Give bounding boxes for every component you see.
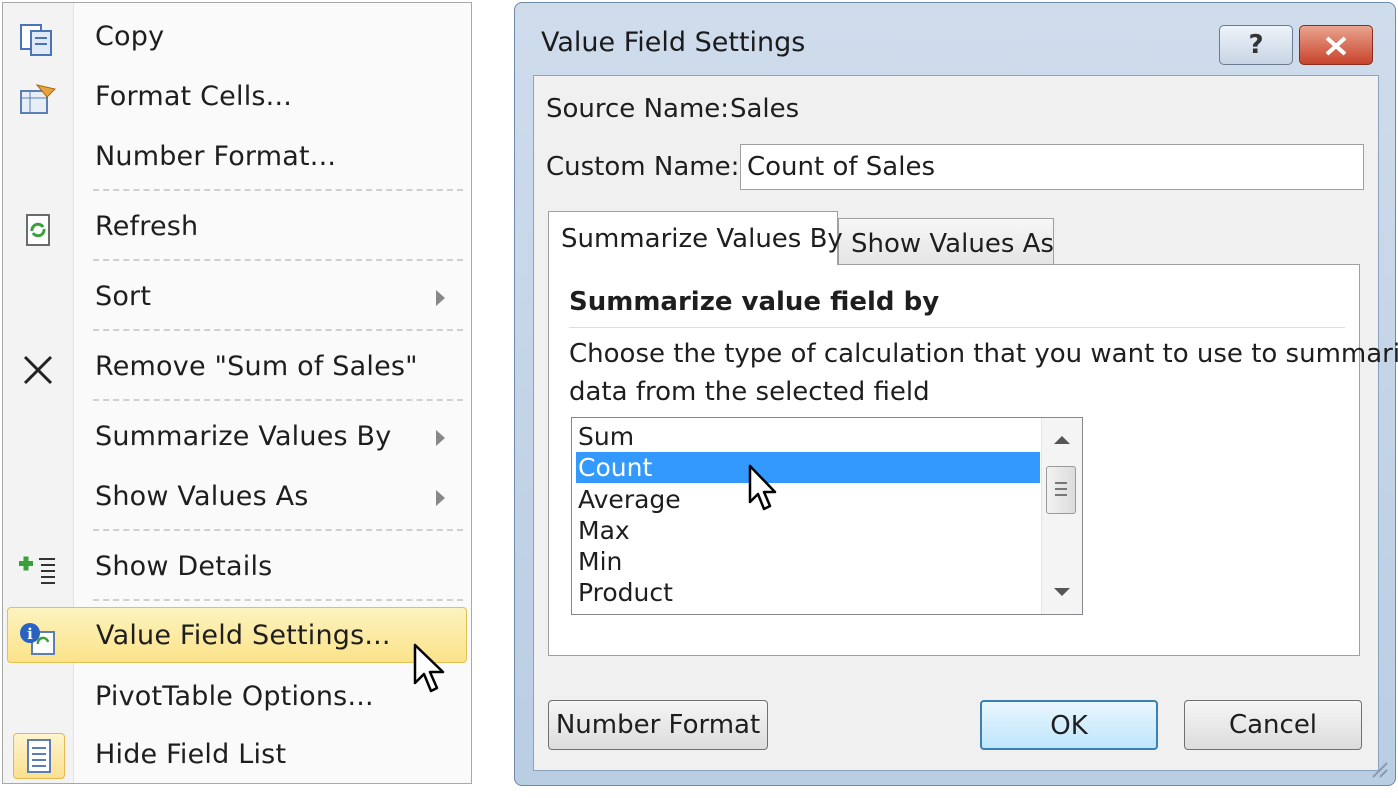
list-item[interactable]: Max <box>576 515 1040 546</box>
menu-item-hide-field-list[interactable]: Hide Field List <box>7 727 467 783</box>
panel-description: data from the selected field <box>569 377 930 407</box>
menu-separator <box>93 599 463 601</box>
list-item[interactable]: Min <box>576 546 1040 577</box>
number-format-button[interactable]: Number Format <box>548 700 768 750</box>
menu-item-label: Format Cells... <box>95 81 293 112</box>
mouse-pointer-icon <box>748 464 777 511</box>
value-field-settings-icon: i <box>18 620 58 655</box>
close-icon <box>1325 36 1347 56</box>
menu-item-label: Summarize Values By <box>95 421 392 452</box>
ok-button[interactable]: OK <box>980 700 1158 750</box>
svg-text:i: i <box>27 625 33 643</box>
menu-item-label: Number Format... <box>95 141 337 172</box>
resize-grip-icon[interactable] <box>1367 757 1389 779</box>
summarize-panel: Summarize value field by Choose the type… <box>548 264 1398 656</box>
remove-x-icon <box>17 351 57 385</box>
scroll-thumb[interactable] <box>1046 466 1076 514</box>
value-field-settings-dialog: Value Field Settings ? Source Name: Sale… <box>514 2 1398 786</box>
show-details-icon <box>17 551 57 585</box>
listbox-scrollbar[interactable] <box>1041 418 1082 614</box>
menu-item-copy[interactable]: Copy <box>7 9 467 65</box>
menu-item-label: Copy <box>95 21 165 52</box>
menu-item-remove-field[interactable]: Remove "Sum of Sales" <box>7 339 467 395</box>
custom-name-label: Custom Name: <box>546 152 740 182</box>
scroll-down-icon[interactable] <box>1054 588 1070 596</box>
cancel-button[interactable]: Cancel <box>1184 700 1362 750</box>
menu-item-number-format[interactable]: Number Format... <box>7 129 467 185</box>
menu-item-show-values-as[interactable]: Show Values As <box>7 469 467 525</box>
menu-item-label: Show Details <box>95 551 273 582</box>
menu-item-format-cells[interactable]: Format Cells... <box>7 69 467 125</box>
menu-item-refresh[interactable]: Refresh <box>7 199 467 255</box>
menu-item-label: PivotTable Options... <box>95 681 374 712</box>
panel-description: Choose the type of calculation that you … <box>569 339 1398 369</box>
submenu-arrow-icon <box>436 290 445 306</box>
panel-heading: Summarize value field by <box>569 287 940 317</box>
menu-item-label: Refresh <box>95 211 199 242</box>
copy-icon <box>17 21 57 56</box>
source-name-label: Source Name: <box>546 94 730 124</box>
list-item[interactable]: Average <box>576 484 1040 515</box>
list-item[interactable]: Sum <box>576 421 1040 452</box>
menu-item-label: Hide Field List <box>95 739 287 770</box>
scroll-up-icon[interactable] <box>1054 436 1070 444</box>
list-item-selected[interactable]: Count <box>576 452 1040 483</box>
menu-item-show-details[interactable]: Show Details <box>7 539 467 595</box>
menu-item-sort[interactable]: Sort <box>7 269 467 325</box>
menu-item-label: Value Field Settings... <box>96 620 391 651</box>
menu-item-label: Sort <box>95 281 152 312</box>
menu-item-value-field-settings[interactable]: i Value Field Settings... <box>7 607 467 663</box>
help-icon: ? <box>1248 30 1264 60</box>
menu-item-pivottable-options[interactable]: PivotTable Options... <box>7 669 467 725</box>
help-button[interactable]: ? <box>1219 25 1293 65</box>
menu-separator <box>93 329 463 331</box>
tab-summarize-values-by[interactable]: Summarize Values By <box>548 211 843 265</box>
menu-separator <box>93 529 463 531</box>
mouse-pointer-icon <box>413 643 445 693</box>
field-list-icon <box>13 733 65 779</box>
dialog-title: Value Field Settings <box>541 27 806 58</box>
menu-item-label: Remove "Sum of Sales" <box>95 351 418 382</box>
heading-divider <box>569 327 1345 328</box>
close-button[interactable] <box>1299 25 1373 65</box>
context-menu: Copy Format Cells... Number Format... Re… <box>2 2 472 784</box>
format-cells-icon <box>17 81 57 115</box>
menu-separator <box>93 399 463 401</box>
menu-separator <box>93 259 463 261</box>
dialog-client-area: Source Name: Sales Custom Name: Count of… <box>533 75 1398 771</box>
refresh-icon <box>17 211 57 246</box>
menu-item-label: Show Values As <box>95 481 309 512</box>
menu-separator <box>93 189 463 191</box>
calculation-listbox[interactable]: Sum Count Average Max Min Product <box>571 417 1083 615</box>
list-item[interactable]: Product <box>576 577 1040 608</box>
grip-lines-icon <box>1055 482 1067 496</box>
submenu-arrow-icon <box>436 490 445 506</box>
submenu-arrow-icon <box>436 430 445 446</box>
custom-name-input[interactable]: Count of Sales <box>740 144 1364 190</box>
source-name-value: Sales <box>730 94 800 124</box>
menu-item-summarize-values-by[interactable]: Summarize Values By <box>7 409 467 465</box>
tab-show-values-as[interactable]: Show Values As <box>838 218 1054 268</box>
